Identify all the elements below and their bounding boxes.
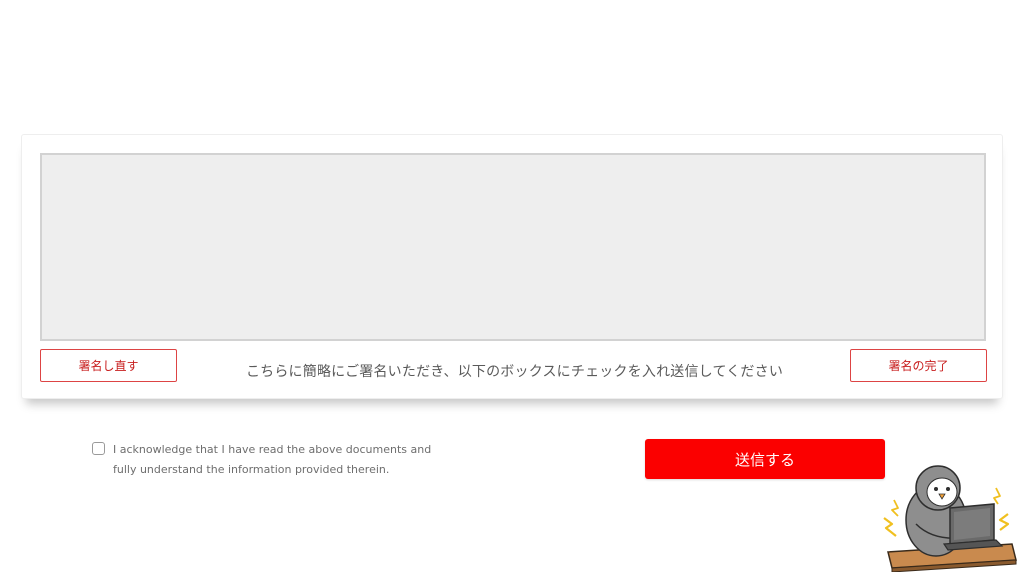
signature-instruction: こちらに簡略にご署名いただき、以下のボックスにチェックを入れ送信してください: [245, 364, 784, 380]
submit-button[interactable]: 送信する: [645, 439, 885, 479]
signature-canvas[interactable]: [40, 153, 986, 341]
acknowledge-checkbox[interactable]: [92, 442, 105, 455]
acknowledge-label: I acknowledge that I have read the above…: [113, 443, 432, 476]
signature-page: 署名し直す こちらに簡略にご署名いただき、以下のボックスにチェックを入れ送信して…: [0, 0, 1024, 576]
complete-signature-button[interactable]: 署名の完了: [850, 349, 987, 382]
redo-signature-button[interactable]: 署名し直す: [40, 349, 177, 382]
penguin-laptop-mascot-icon: [883, 465, 1017, 572]
signature-card: 署名し直す こちらに簡略にご署名いただき、以下のボックスにチェックを入れ送信して…: [21, 134, 1003, 399]
